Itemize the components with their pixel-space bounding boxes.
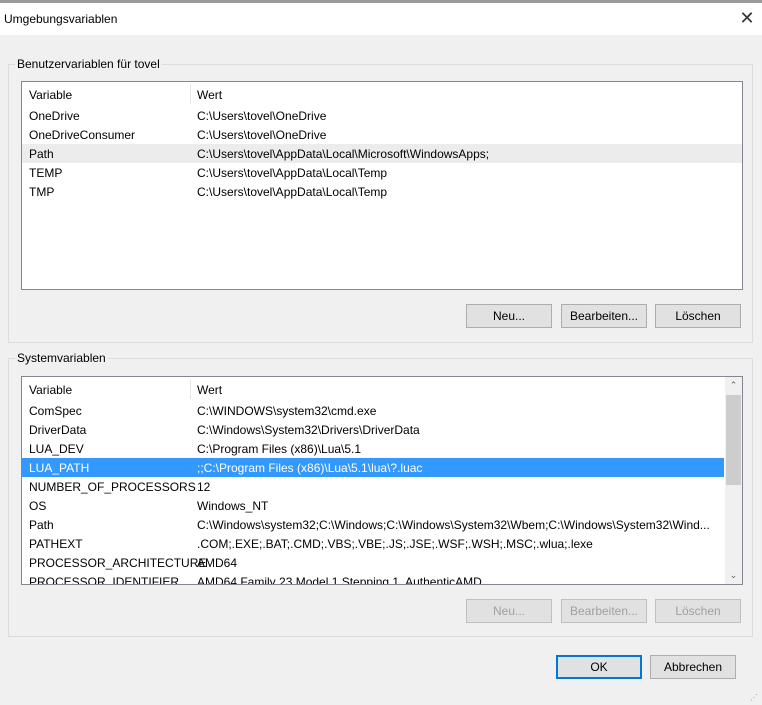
system-edit-button[interactable]: Bearbeiten... (561, 599, 647, 623)
variable-name: OneDriveConsumer (29, 128, 136, 142)
variable-name: OS (29, 499, 47, 513)
title-bar: Umgebungsvariablen ✕ (0, 0, 762, 35)
table-row[interactable]: ComSpec C:\WINDOWS\system32\cmd.exe (22, 401, 742, 420)
variable-name: Path (29, 518, 54, 532)
variable-name: LUA_DEV (29, 442, 84, 456)
user-new-button[interactable]: Neu... (466, 304, 552, 328)
table-row[interactable]: OS Windows_NT (22, 496, 742, 515)
list-header: Variable Wert (22, 82, 742, 106)
table-row[interactable]: PROCESSOR_ARCHITECTURE AMD64 (22, 553, 742, 572)
variable-name: PROCESSOR_IDENTIFIER (29, 575, 180, 585)
table-row[interactable]: LUA_DEV C:\Program Files (x86)\Lua\5.1 (22, 439, 742, 458)
system-variables-group: Systemvariablen Variable Wert ComSpec C:\… (8, 351, 753, 637)
vertical-scrollbar[interactable]: ⌃ ⌄ (725, 377, 742, 584)
system-delete-button[interactable]: Löschen (655, 599, 741, 623)
table-row[interactable]: Path C:\Windows\system32;C:\Windows;C:\Wi… (22, 515, 742, 534)
variable-value: C:\Users\tovel\AppData\Local\Temp (197, 185, 388, 199)
variable-value: C:\Program Files (x86)\Lua\5.1 (197, 442, 362, 456)
user-variables-list[interactable]: Variable Wert OneDrive C:\Users\tovel\One… (21, 81, 743, 290)
ok-button[interactable]: OK (556, 655, 642, 679)
variable-name: TMP (29, 185, 55, 199)
variable-value: C:\Users\tovel\OneDrive (197, 128, 327, 142)
list-header: Variable Wert (22, 377, 742, 401)
system-variables-list[interactable]: Variable Wert ComSpec C:\WINDOWS\system32… (21, 376, 743, 585)
table-row[interactable]: LUA_PATH ;;C:\Program Files (x86)\Lua\5.1… (22, 458, 724, 477)
system-variables-label: Systemvariablen (15, 351, 108, 365)
variable-name: ComSpec (29, 404, 82, 418)
variable-name: LUA_PATH (29, 461, 90, 475)
variable-value: Windows_NT (197, 499, 269, 513)
variable-value: .COM;.EXE;.BAT;.CMD;.VBS;.VBE;.JS;.JSE;.… (197, 537, 593, 551)
column-value[interactable]: Wert (197, 383, 222, 397)
variable-value: 12 (197, 480, 211, 494)
variable-name: DriverData (29, 423, 87, 437)
table-row[interactable]: OneDrive C:\Users\tovel\OneDrive (22, 106, 742, 125)
table-row[interactable]: NUMBER_OF_PROCESSORS 12 (22, 477, 742, 496)
cancel-button[interactable]: Abbrechen (650, 655, 736, 679)
resize-grip-icon[interactable]: ⋰ (750, 693, 760, 703)
variable-name: TEMP (29, 166, 63, 180)
variable-name: PATHEXT (29, 537, 83, 551)
scroll-thumb[interactable] (726, 395, 741, 485)
variable-name: Path (29, 147, 54, 161)
table-row[interactable]: PATHEXT .COM;.EXE;.BAT;.CMD;.VBS;.VBE;.JS… (22, 534, 742, 553)
close-icon[interactable]: ✕ (736, 7, 758, 29)
column-variable[interactable]: Variable (29, 88, 72, 102)
scroll-up-icon[interactable]: ⌃ (725, 377, 742, 394)
user-variables-label: Benutzervariablen für tovel (15, 57, 162, 71)
variable-value: C:\Windows\system32;C:\Windows;C:\Window… (197, 518, 710, 532)
variable-name: PROCESSOR_ARCHITECTURE (29, 556, 207, 570)
variable-value: C:\Windows\System32\Drivers\DriverData (197, 423, 420, 437)
user-edit-button[interactable]: Bearbeiten... (561, 304, 647, 328)
column-value[interactable]: Wert (197, 88, 222, 102)
table-row[interactable]: Path C:\Users\tovel\AppData\Local\Microso… (22, 144, 742, 163)
column-variable[interactable]: Variable (29, 383, 72, 397)
table-row[interactable]: OneDriveConsumer C:\Users\tovel\OneDrive (22, 125, 742, 144)
user-delete-button[interactable]: Löschen (655, 304, 741, 328)
variable-value: C:\Users\tovel\OneDrive (197, 109, 327, 123)
table-row[interactable]: TMP C:\Users\tovel\AppData\Local\Temp (22, 182, 742, 201)
variable-value: C:\Users\tovel\AppData\Local\Temp (197, 166, 388, 180)
variable-name: NUMBER_OF_PROCESSORS (29, 480, 196, 494)
user-variables-group: Benutzervariablen für tovel Variable Wer… (8, 57, 753, 343)
variable-value: ;;C:\Program Files (x86)\Lua\5.1\lua\?.l… (197, 461, 423, 475)
variable-value: C:\WINDOWS\system32\cmd.exe (197, 404, 377, 418)
variable-value: C:\Users\tovel\AppData\Local\Microsoft\W… (197, 147, 490, 161)
table-row[interactable]: PROCESSOR_IDENTIFIER AMD64 Family 23 Mode… (22, 572, 742, 585)
scroll-down-icon[interactable]: ⌄ (725, 567, 742, 584)
table-row[interactable]: DriverData C:\Windows\System32\Drivers\Dr… (22, 420, 742, 439)
table-row[interactable]: TEMP C:\Users\tovel\AppData\Local\Temp (22, 163, 742, 182)
variable-value: AMD64 (197, 556, 238, 570)
variable-name: OneDrive (29, 109, 80, 123)
system-new-button[interactable]: Neu... (466, 599, 552, 623)
window-title: Umgebungsvariablen (4, 12, 118, 26)
variable-value: AMD64 Family 23 Model 1 Stepping 1, Auth… (197, 575, 482, 585)
